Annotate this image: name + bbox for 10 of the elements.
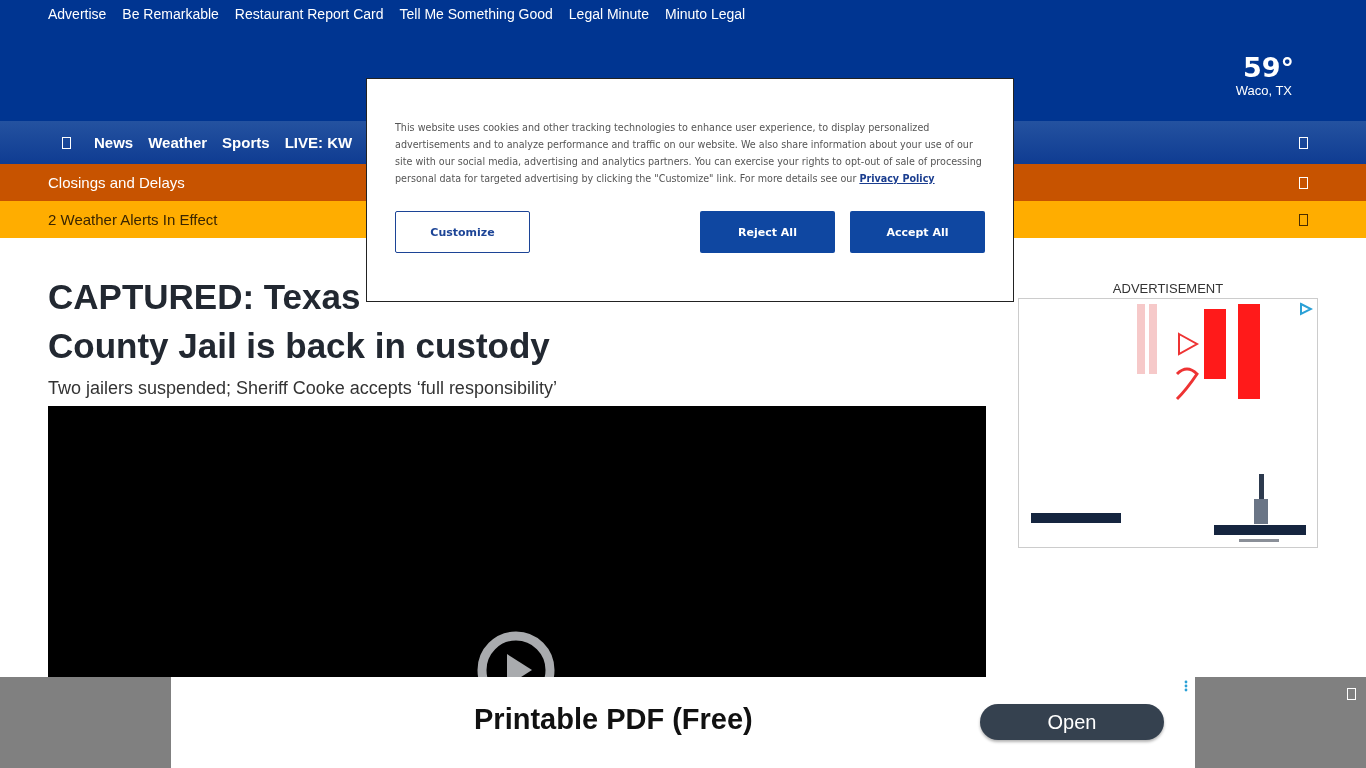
cookie-notice: This website uses cookies and other tracking technologies to enhance user experience, to display personalized advertisements and to analyze performance and traffic on our website. We also share information about your use of our site with our social media, advertising and analytics partners. You can exercise your rights to opt-out of sale of processing personal data for targeted advertising by clicking the "Customize" link. For more details see our Privacy Policy [395, 121, 983, 186]
ad-title: Printable PDF (Free) [474, 703, 753, 736]
subheadline: Two jailers suspended; Sheriff Cooke accepts ‘full responsibility’ [48, 378, 558, 399]
location: Waco, TX [1235, 83, 1292, 98]
banner-label: 2 Weather Alerts In Effect [48, 211, 218, 228]
advertisement-label: ADVERTISEMENT [1112, 281, 1224, 296]
headline-line: CAPTURED: Texas [48, 276, 362, 318]
temperature: 59° [1242, 52, 1294, 83]
banner-label: Closings and Delays [48, 174, 185, 191]
headline-line: County Jail is back in custody [48, 325, 551, 367]
